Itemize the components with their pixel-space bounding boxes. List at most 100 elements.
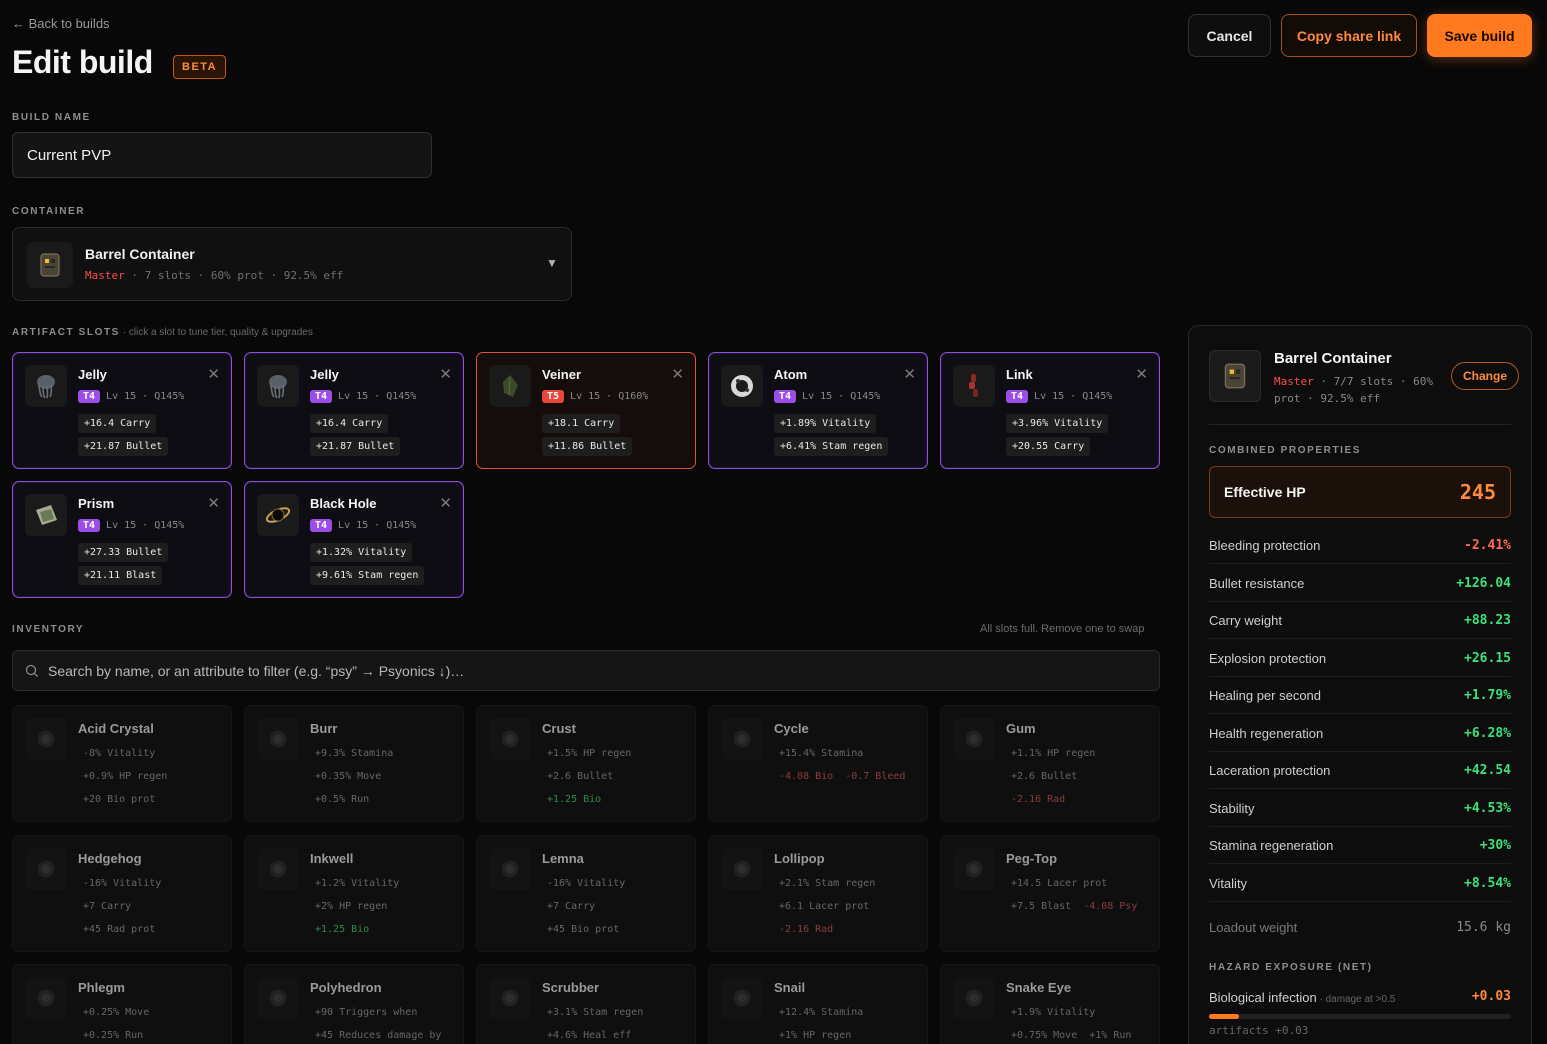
artifact-icon <box>257 718 299 760</box>
close-icon[interactable]: ✕ <box>903 365 916 383</box>
inventory-item-attribute: +9.3% Stamina <box>315 748 394 759</box>
container-meta: Master · 7 slots · 60% prot · 92.5% eff <box>85 269 343 282</box>
close-icon[interactable]: ✕ <box>671 365 684 383</box>
prism-icon <box>25 494 67 536</box>
slot-meta: T4 Lv 15 · Q145% <box>1006 390 1112 403</box>
artifact-slot[interactable]: Atom ✕ T4 Lv 15 · Q145% +1.89% Vitality +6.41… <box>708 352 928 469</box>
inventory-item[interactable]: Snake Eye +1.9% Vitality +0.75% Move +1% Ru… <box>940 964 1160 1044</box>
inventory-item-name: Burr <box>310 721 338 736</box>
inventory-item-attribute: +45 Bio prot <box>547 924 620 935</box>
property-row: Bullet resistance +126.04 <box>1209 565 1511 602</box>
slot-level-quality: Lv 15 · Q145% <box>802 391 881 402</box>
property-value: +26.15 <box>1464 650 1511 666</box>
slot-attribute: +1.89% Vitality <box>774 414 877 433</box>
artifact-slot[interactable]: Jelly ✕ T4 Lv 15 · Q145% +16.4 Carry +21.87 B… <box>12 352 232 469</box>
slot-name: Black Hole <box>310 496 377 511</box>
inventory-item-name: Lollipop <box>774 851 825 866</box>
inventory-item-name: Lemna <box>542 851 584 866</box>
inventory-item[interactable]: Polyhedron +90 Triggers when +45 Reduces d… <box>244 964 464 1044</box>
back-to-builds-link[interactable]: ← Back to builds <box>12 16 110 31</box>
property-row: Healing per second +1.79% <box>1209 677 1511 714</box>
inventory-item-attribute: -2.16 Rad <box>779 924 834 935</box>
close-icon[interactable]: ✕ <box>207 365 220 383</box>
build-name-input[interactable]: Current PVP <box>12 132 432 178</box>
cancel-button[interactable]: Cancel <box>1188 14 1271 57</box>
inventory-item-attribute: +0.25% Run <box>83 1030 144 1041</box>
inventory-item[interactable]: Cycle +15.4% Stamina -4.08 Bio -0.7 Bleed <box>708 705 928 822</box>
slot-meta: T4 Lv 15 · Q145% <box>310 390 416 403</box>
inventory-item-name: Gum <box>1006 721 1036 736</box>
inventory-item-name: Inkwell <box>310 851 354 866</box>
container-rank: Master <box>85 269 125 282</box>
hazard-value: +0.03 <box>1471 989 1511 1004</box>
inventory-item-name: Peg-Top <box>1006 851 1058 866</box>
inventory-item-attribute: -8% Vitality <box>83 748 156 759</box>
jelly-icon <box>257 365 299 407</box>
change-container-button[interactable]: Change <box>1451 362 1520 390</box>
inventory-item-attribute: +14.5 Lacer prot <box>1011 878 1108 889</box>
close-icon[interactable]: ✕ <box>439 365 452 383</box>
close-icon[interactable]: ✕ <box>207 494 220 512</box>
close-icon[interactable]: ✕ <box>1135 365 1148 383</box>
property-row: Laceration protection +42.54 <box>1209 752 1511 789</box>
inventory-item-attribute: +1.5% HP regen <box>547 748 632 759</box>
inventory-item-attribute: +45 Rad prot <box>83 924 156 935</box>
inventory-item-attribute: +0.35% Move <box>315 771 382 782</box>
tier-badge: T4 <box>774 390 797 403</box>
inventory-item[interactable]: Snail +12.4% Stamina +1% HP regen <box>708 964 928 1044</box>
hazard-hint: · damage at >0.5 <box>1316 994 1396 1005</box>
save-build-button[interactable]: Save build <box>1427 14 1532 57</box>
close-icon[interactable]: ✕ <box>439 494 452 512</box>
property-row: Stamina regeneration +30% <box>1209 827 1511 864</box>
property-value: +6.28% <box>1464 725 1511 741</box>
inventory-item[interactable]: Peg-Top +14.5 Lacer prot +7.5 Blast -4.08 P… <box>940 835 1160 952</box>
chevron-down-icon: ▼ <box>546 256 558 270</box>
property-label: Stability <box>1209 800 1255 816</box>
inventory-item[interactable]: Acid Crystal -8% Vitality +0.9% HP regen +2… <box>12 705 232 822</box>
inventory-item-attribute: +2.6 Bullet <box>1011 771 1078 782</box>
inventory-item-attribute: +1% HP regen <box>779 1030 852 1041</box>
beta-badge: BETA <box>173 55 227 79</box>
inventory-item-attribute: +45 Reduces damage by <box>315 1030 442 1041</box>
artifact-icon <box>257 848 299 890</box>
inventory-item-name: Scrubber <box>542 980 600 995</box>
tier-badge: T4 <box>1006 390 1029 403</box>
inventory-item[interactable]: Inkwell +1.2% Vitality +2% HP regen +1.25 B… <box>244 835 464 952</box>
slot-attribute: +9.61% Stam regen <box>310 566 425 585</box>
inventory-item[interactable]: Lemna -16% Vitality +7 Carry +45 Bio prot <box>476 835 696 952</box>
search-icon <box>25 664 38 677</box>
inventory-search-input[interactable]: Search by name, or an attribute to filte… <box>12 650 1160 691</box>
artifact-icon <box>25 848 67 890</box>
slot-attribute: +3.96% Vitality <box>1006 414 1109 433</box>
inventory-item[interactable]: Scrubber +3.1% Stam regen +4.6% Heal eff <box>476 964 696 1044</box>
inventory-item-attribute: -16% Vitality <box>83 878 162 889</box>
inventory-item[interactable]: Hedgehog -16% Vitality +7 Carry +45 Rad pro… <box>12 835 232 952</box>
slot-attribute: +18.1 Carry <box>542 414 621 433</box>
artifact-slot[interactable]: Link ✕ T4 Lv 15 · Q145% +3.96% Vitality +20.5… <box>940 352 1160 469</box>
property-row: Stability +4.53% <box>1209 790 1511 827</box>
inventory-item[interactable]: Burr +9.3% Stamina +0.35% Move +0.5% Run <box>244 705 464 822</box>
inventory-item[interactable]: Lollipop +2.1% Stam regen +6.1 Lacer prot -… <box>708 835 928 952</box>
inventory-item-attribute: -4.08 Bio -0.7 Bleed <box>779 771 906 782</box>
black-hole-icon <box>257 494 299 536</box>
inventory-item[interactable]: Phlegm +0.25% Move +0.25% Run <box>12 964 232 1044</box>
copy-share-link-button[interactable]: Copy share link <box>1281 14 1417 57</box>
artifact-slot[interactable]: Jelly ✕ T4 Lv 15 · Q145% +16.4 Carry +21.87 B… <box>244 352 464 469</box>
slot-attribute: +16.4 Carry <box>78 414 157 433</box>
artifact-slot[interactable]: Veiner ✕ T5 Lv 15 · Q160% +18.1 Carry +11.86 … <box>476 352 696 469</box>
slot-level-quality: Lv 15 · Q145% <box>338 391 417 402</box>
inventory-item[interactable]: Crust +1.5% HP regen +2.6 Bullet +1.25 Bio <box>476 705 696 822</box>
artifact-slot[interactable]: Black Hole ✕ T4 Lv 15 · Q145% +1.32% Vitalit… <box>244 481 464 598</box>
property-row: Bleeding protection -2.41% <box>1209 527 1511 564</box>
inventory-item-attribute: +1.2% Vitality <box>315 878 400 889</box>
artifact-slots-title: ARTIFACT SLOTS <box>12 327 120 338</box>
artifact-slot[interactable]: Prism ✕ T4 Lv 15 · Q145% +27.33 Bullet +21.11… <box>12 481 232 598</box>
property-value: +88.23 <box>1464 613 1511 628</box>
property-label: Vitality <box>1209 875 1248 891</box>
slot-attribute: +1.32% Vitality <box>310 543 413 562</box>
inventory-item[interactable]: Gum +1.1% HP regen +2.6 Bullet -2.16 Rad <box>940 705 1160 822</box>
container-select[interactable]: Barrel Container Master · 7 slots · 60% … <box>12 227 572 301</box>
inventory-item-attribute: +4.6% Heal eff <box>547 1030 632 1041</box>
hazard-name-row: Biological infection · damage at >0.5 <box>1209 990 1395 1005</box>
inventory-item-attribute: +2.6 Bullet <box>547 771 614 782</box>
